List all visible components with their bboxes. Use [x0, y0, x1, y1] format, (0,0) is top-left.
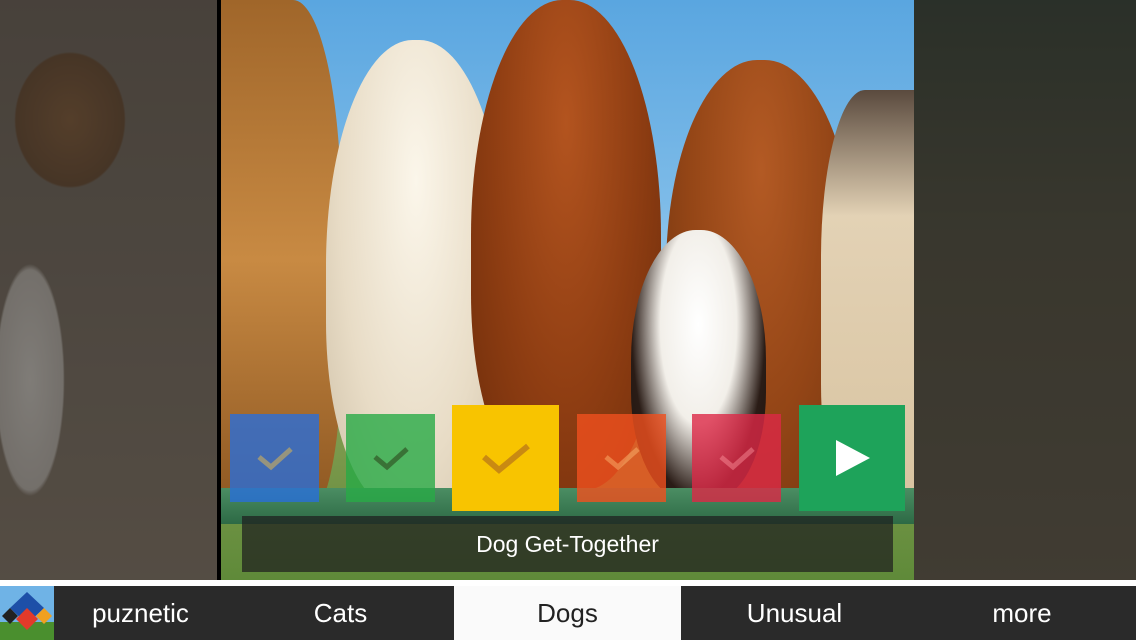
tab-dogs[interactable]: Dogs	[454, 586, 681, 640]
choice-tile-orange[interactable]	[577, 414, 666, 502]
photo-dim-overlay	[914, 0, 1136, 580]
choice-tile-red[interactable]	[692, 414, 781, 502]
choice-tile-yellow[interactable]	[452, 405, 559, 511]
choice-tile-blue[interactable]	[230, 414, 319, 502]
play-icon	[836, 440, 870, 476]
photo-dim-overlay	[0, 0, 217, 580]
check-icon	[603, 447, 640, 471]
tab-more[interactable]: more	[908, 586, 1136, 640]
puznetic-logo-icon[interactable]	[0, 586, 54, 640]
check-icon	[372, 447, 409, 471]
play-button[interactable]	[799, 405, 905, 511]
next-puzzle-photo[interactable]	[914, 0, 1136, 580]
check-icon	[256, 447, 293, 471]
tab-puznetic[interactable]: puznetic	[54, 586, 227, 640]
tab-unusual[interactable]: Unusual	[681, 586, 908, 640]
category-tab-bar: puznetic Cats Dogs Unusual more	[0, 580, 1136, 640]
choice-tile-green[interactable]	[346, 414, 435, 502]
check-icon	[481, 443, 530, 474]
tab-cats[interactable]: Cats	[227, 586, 454, 640]
previous-puzzle-photo[interactable]	[0, 0, 217, 580]
check-icon	[718, 447, 755, 471]
puzzle-title: Dog Get-Together	[242, 516, 893, 572]
